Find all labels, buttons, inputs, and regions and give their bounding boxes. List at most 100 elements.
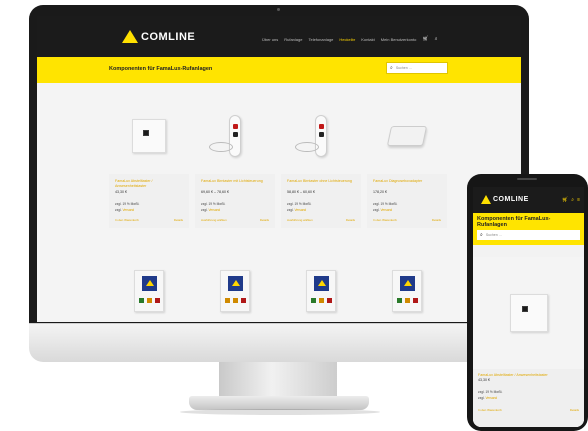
product-image[interactable] [281,98,361,174]
details-link[interactable]: Details [346,218,355,222]
product-name[interactable]: FamaLux Birntaster mit Lichtsteuerung [201,179,269,189]
monitor-stand-base [189,396,369,410]
details-link[interactable]: Details [174,218,183,222]
camera-dot [277,8,280,11]
product-shipping: zzgl. Versand [201,208,221,212]
product-shipping: zzgl. Versand [478,396,498,400]
product-image[interactable] [367,98,447,174]
product-price: 178,20 € [373,190,387,194]
site-logo[interactable]: COMLINE [122,30,195,43]
product-vat: zzgl. 19 % MwSt. [373,202,398,206]
details-link[interactable]: Details [432,218,441,222]
product-info: FamaLux Abstelltaster / Anwesenheitstast… [109,174,189,228]
product-price: 69,60 € – 78,60 € [201,190,229,194]
product-image[interactable] [473,257,584,369]
product-price: 43,30 € [478,378,490,382]
nav-item-call-system[interactable]: Rufanlage [284,37,302,42]
product-card[interactable]: FamaLux Birntaster mit Lichtsteuerung 69… [195,98,275,228]
nav-item-contact[interactable]: Kontakt [361,37,375,42]
desktop-screen: COMLINE Über uns Rufanlage Telefonanlage… [37,16,521,322]
product-image[interactable] [109,98,189,174]
cart-icon[interactable]: 🛒︎ [422,36,428,42]
product-info: FamaLux Birntaster mit Lichtsteuerung 69… [195,174,275,228]
shipping-link[interactable]: Versand [380,208,392,212]
smartphone: COMLINE 🛒︎ ⌕ ≡ Komponenten für FamaLux-R… [467,174,588,431]
search-placeholder: Suchen … [485,233,503,237]
stand-shadow [180,409,380,415]
product-info: FamaLux Diagnoseboxadapter 178,20 € zzgl… [367,174,447,228]
pendant-call-button-icon [315,115,327,157]
phone-screen: COMLINE 🛒︎ ⌕ ≡ Komponenten für FamaLux-R… [473,187,584,427]
nav-item-about[interactable]: Über uns [262,37,278,42]
product-price: 58,80 € – 60,60 € [287,190,315,194]
site-header: COMLINE Über uns Rufanlage Telefonanlage… [37,16,521,57]
details-link[interactable]: Details [260,218,269,222]
call-panel-icon [306,270,336,312]
product-info: FamaLux Abstelltaster / Anwesenheitstast… [473,369,584,427]
shipping-link[interactable]: Versand [122,208,134,212]
product-image[interactable] [367,251,447,322]
shipping-link[interactable]: Versand [485,396,497,400]
product-image[interactable] [195,98,275,174]
details-link[interactable]: Details [570,408,579,412]
menu-icon[interactable]: ≡ [577,197,580,203]
product-vat: zzgl. 19 % MwSt. [478,390,503,394]
product-image[interactable] [109,251,189,322]
call-panel-icon [220,270,250,312]
search-icon[interactable]: ⌕ [435,36,438,42]
add-to-cart-button[interactable]: In den Warenkorb [478,408,502,412]
product-vat: zzgl. 19 % MwSt. [287,202,312,206]
pendant-call-button-icon [229,115,241,157]
logo-text: COMLINE [493,196,529,203]
desktop-monitor: COMLINE Über uns Rufanlage Telefonanlage… [29,5,529,347]
product-card[interactable] [281,251,361,322]
nav-item-account[interactable]: Mein Benutzerkonto [381,37,417,42]
choose-option-button[interactable]: Ausführung wählen [201,218,227,222]
product-card[interactable] [195,251,275,322]
search-input[interactable]: ⌕ Suchen … [386,62,448,74]
mobile-header: COMLINE 🛒︎ ⌕ ≡ [473,187,584,213]
product-image[interactable] [195,251,275,322]
add-to-cart-button[interactable]: In den Warenkorb [373,218,397,222]
nav-item-manufacturer[interactable]: Heckelbr [339,37,355,42]
product-name[interactable]: FamaLux Abstelltaster / Anwesenheitstast… [478,373,579,377]
product-grid: FamaLux Abstelltaster / Anwesenheitstast… [37,83,521,322]
shipping-link[interactable]: Versand [208,208,220,212]
main-nav: Über uns Rufanlage Telefonanlage Heckelb… [262,36,438,42]
cable-icon [295,142,319,152]
choose-option-button[interactable]: Ausführung wählen [287,218,313,222]
monitor-stand-neck [219,362,337,398]
shipping-link[interactable]: Versand [294,208,306,212]
page-title: Komponenten für FamaLux-Rufanlagen [109,66,213,72]
nav-item-phone-system[interactable]: Telefonanlage [308,37,333,42]
wall-button-panel-icon [132,119,166,153]
product-name[interactable]: FamaLux Abstelltaster / Anwesenheitstast… [115,179,183,189]
monitor-chin [29,323,529,362]
product-card[interactable]: FamaLux Birntaster ohne Lichtsteuerung 5… [281,98,361,228]
product-name[interactable]: FamaLux Diagnoseboxadapter [373,179,441,189]
product-shipping: zzgl. Versand [373,208,393,212]
add-to-cart-button[interactable]: In den Warenkorb [115,218,139,222]
product-card[interactable]: FamaLux Diagnoseboxadapter 178,20 € zzgl… [367,98,447,228]
product-card[interactable]: FamaLux Abstelltaster / Anwesenheitstast… [109,98,189,228]
product-card[interactable] [109,251,189,322]
logo-triangle-icon [481,195,491,204]
wall-button-panel-icon [509,294,548,332]
search-input[interactable]: ⌕ Suchen … [477,230,580,240]
product-vat: zzgl. 19 % MwSt. [201,202,226,206]
cable-icon [209,142,233,152]
search-icon: ⌕ [390,65,393,71]
product-image[interactable] [281,251,361,322]
logo-text: COMLINE [141,30,196,43]
product-vat: zzgl. 19 % MwSt. [115,202,140,206]
page-title: Komponenten für FamaLux-Rufanlagen [477,216,551,228]
product-name[interactable]: FamaLux Birntaster ohne Lichtsteuerung [287,179,355,189]
site-logo[interactable]: COMLINE [481,195,529,204]
search-icon[interactable]: ⌕ [571,197,574,203]
product-shipping: zzgl. Versand [115,208,135,212]
product-card[interactable] [367,251,447,322]
adapter-box-icon [386,126,428,146]
cart-icon[interactable]: 🛒︎ [562,197,568,203]
phone-speaker [517,178,537,180]
mobile-header-icons: 🛒︎ ⌕ ≡ [562,197,580,203]
